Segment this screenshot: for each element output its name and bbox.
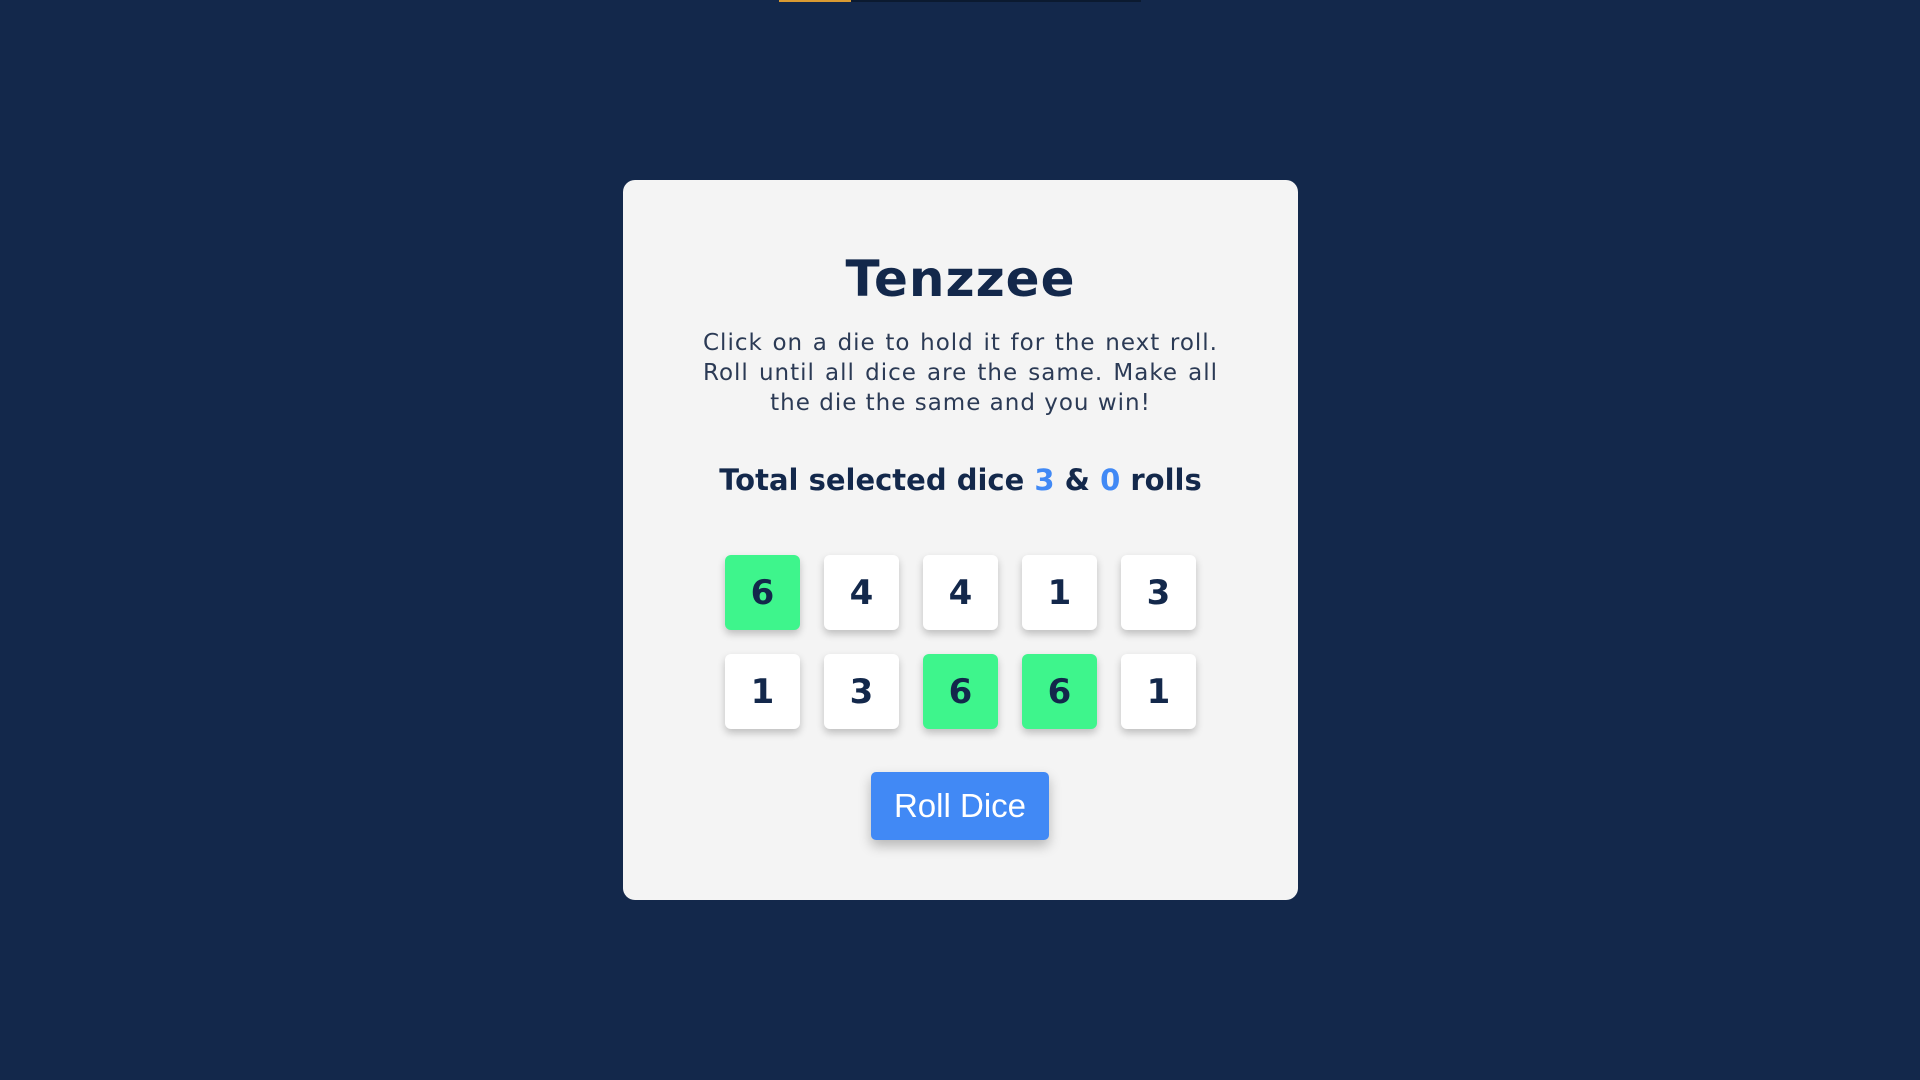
- game-title: Tenzzee: [845, 250, 1076, 308]
- progress-bar: [779, 0, 1141, 2]
- die[interactable]: 4: [923, 555, 998, 630]
- selected-dice-count: 3: [1034, 463, 1055, 497]
- die[interactable]: 1: [1121, 654, 1196, 729]
- roll-count: 0: [1100, 463, 1121, 497]
- die[interactable]: 6: [725, 555, 800, 630]
- game-card: Tenzzee Click on a die to hold it for th…: [623, 180, 1298, 900]
- die[interactable]: 6: [1022, 654, 1097, 729]
- stats-separator: &: [1064, 463, 1090, 497]
- die[interactable]: 3: [1121, 555, 1196, 630]
- stats-suffix: rolls: [1130, 463, 1202, 497]
- die[interactable]: 6: [923, 654, 998, 729]
- die[interactable]: 1: [725, 654, 800, 729]
- roll-dice-button[interactable]: Roll Dice: [871, 772, 1049, 840]
- game-stats: Total selected dice 3 & 0 rolls: [623, 463, 1298, 497]
- die[interactable]: 3: [824, 654, 899, 729]
- stats-prefix: Total selected dice: [719, 463, 1025, 497]
- progress-bar-fill: [779, 0, 852, 2]
- die[interactable]: 1: [1022, 555, 1097, 630]
- game-instructions: Click on a die to hold it for the next r…: [703, 330, 1218, 416]
- die[interactable]: 4: [824, 555, 899, 630]
- dice-grid: 6 4 4 1 3 1 3 6 6 1: [725, 555, 1196, 729]
